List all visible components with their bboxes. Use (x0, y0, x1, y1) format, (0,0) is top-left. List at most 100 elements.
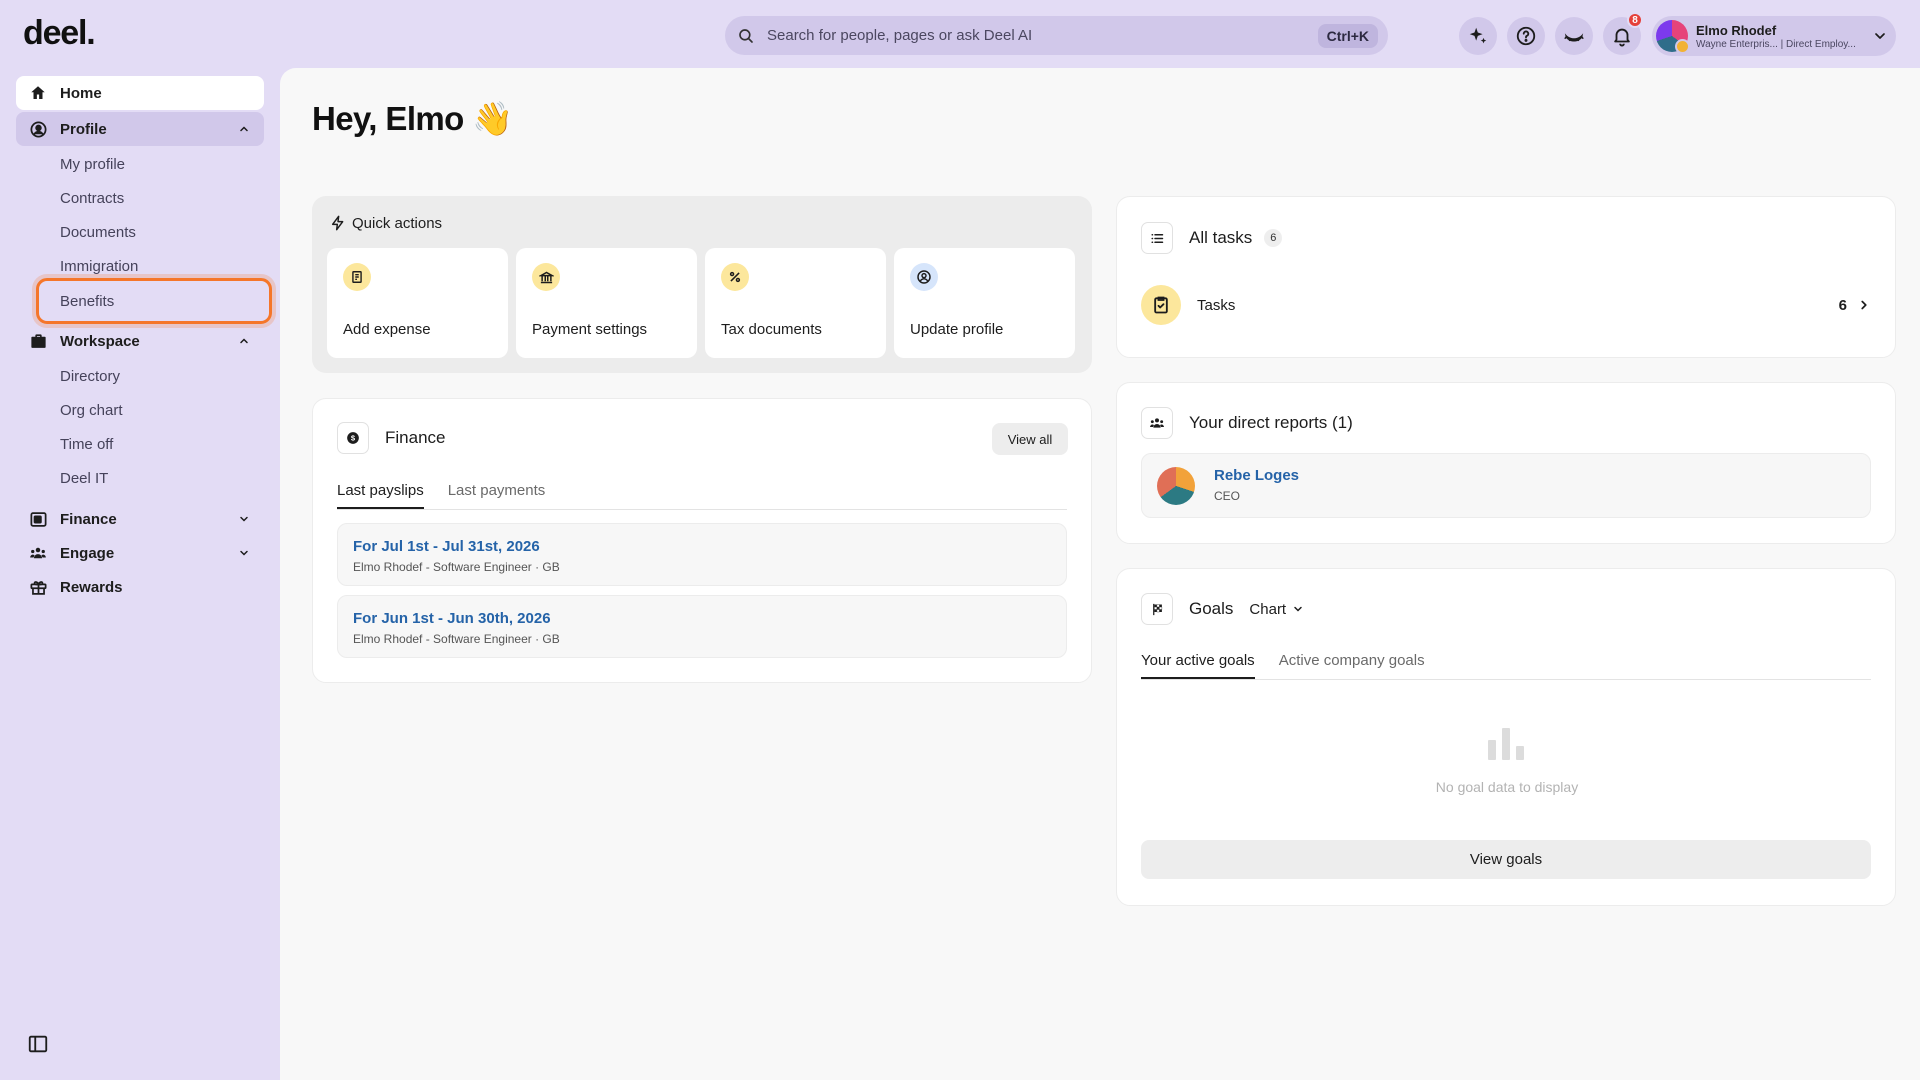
tasks-row-icon (1141, 285, 1181, 325)
privacy-mode-button[interactable] (1555, 17, 1593, 55)
direct-report-avatar (1157, 467, 1195, 505)
quick-action-label: Update profile (910, 321, 1004, 338)
people-icon (1150, 418, 1164, 428)
user-circle-icon (30, 121, 46, 137)
quick-actions-panel: Quick actions Add expense Payment settin… (312, 196, 1092, 373)
list-icon (1150, 233, 1163, 243)
sidebar-toggle-icon (28, 1035, 48, 1053)
payslip-meta: Elmo Rhodef - Software Engineer · GB (353, 560, 560, 574)
quick-action-label: Tax documents (721, 321, 822, 338)
tab-last-payments[interactable]: Last payments (448, 482, 546, 509)
sidebar-item-org-chart[interactable]: Org chart (60, 402, 123, 419)
payslip-item[interactable]: For Jul 1st - Jul 31st, 2026 Elmo Rhodef… (337, 523, 1067, 586)
user-avatar (1656, 20, 1690, 54)
chevron-up-icon (240, 338, 248, 344)
bell-icon (1614, 28, 1630, 47)
direct-report-name: Rebe Loges (1214, 467, 1300, 484)
goals-card-icon (1141, 593, 1173, 625)
sidebar-item-directory[interactable]: Directory (60, 368, 120, 385)
chevron-down-icon (240, 516, 248, 522)
sidebar-item-immigration[interactable]: Immigration (60, 258, 138, 275)
sidebar-item-profile[interactable]: Profile (16, 112, 264, 146)
collapse-sidebar-button[interactable] (27, 1033, 49, 1060)
payslip-item[interactable]: For Jun 1st - Jun 30th, 2026 Elmo Rhodef… (337, 595, 1067, 658)
view-goals-button[interactable]: View goals (1141, 840, 1871, 879)
quick-action-payment-settings[interactable]: Payment settings (516, 248, 697, 358)
user-circle-icon (917, 270, 931, 284)
page-title: Hey, Elmo 👋 (312, 100, 513, 137)
sidebar: Home Profile My profile Contracts Docume… (0, 68, 280, 1080)
direct-reports-card: Your direct reports (1) Rebe Loges CEO (1116, 382, 1896, 544)
search-bar[interactable]: Ctrl+K (725, 16, 1388, 55)
sidebar-item-finance[interactable]: Finance (16, 502, 264, 536)
quick-action-tax-documents[interactable]: Tax documents (705, 248, 886, 358)
tab-active-company-goals[interactable]: Active company goals (1279, 652, 1425, 679)
chevron-right-icon (1861, 300, 1867, 310)
top-bar: deel. Ctrl+K 8 Elmo Rhodef Wayne Enterpr… (0, 0, 1920, 68)
sidebar-item-home[interactable]: Home (16, 76, 264, 110)
goals-view-dropdown[interactable]: Chart (1249, 601, 1304, 618)
people-icon (30, 547, 46, 559)
home-icon (31, 86, 45, 99)
notification-count-badge: 8 (1627, 12, 1643, 28)
tasks-count-badge: 6 (1264, 229, 1283, 247)
deel-logo[interactable]: deel. (23, 14, 96, 53)
sidebar-item-workspace[interactable]: Workspace (16, 324, 264, 358)
sidebar-item-documents[interactable]: Documents (60, 224, 136, 241)
user-name: Elmo Rhodef (1696, 22, 1777, 38)
chevron-down-icon (240, 550, 248, 556)
sparkle-icon (1469, 27, 1487, 44)
search-input[interactable] (767, 27, 1318, 44)
goals-view-label: Chart (1249, 600, 1287, 618)
quick-action-update-profile[interactable]: Update profile (894, 248, 1075, 358)
tasks-row[interactable]: Tasks 6 (1141, 284, 1871, 326)
sidebar-item-my-profile[interactable]: My profile (60, 156, 125, 173)
percent-icon (729, 271, 741, 283)
quick-action-label: Add expense (343, 321, 431, 338)
goals-empty-text: No goal data to display (1435, 779, 1579, 795)
goals-card: Goals Chart Your active goals Active com… (1116, 568, 1896, 906)
sidebar-item-time-off[interactable]: Time off (60, 436, 113, 453)
goals-title: Goals (1189, 599, 1234, 618)
direct-reports-title: Your direct reports (1) (1189, 413, 1353, 432)
sidebar-item-deel-it[interactable]: Deel IT (60, 470, 108, 487)
help-button[interactable] (1507, 17, 1545, 55)
flag-checkered-icon (1152, 603, 1162, 615)
receipt-icon (352, 271, 362, 283)
direct-reports-icon (1141, 407, 1173, 439)
help-icon (1516, 26, 1536, 46)
chevron-down-icon (1875, 33, 1885, 39)
tasks-card: All tasks 6 Tasks 6 (1116, 196, 1896, 358)
sidebar-item-engage[interactable]: Engage (16, 536, 264, 570)
user-menu[interactable]: Elmo Rhodef Wayne Enterpris... | Direct … (1652, 16, 1896, 56)
shortcut-badge: Ctrl+K (1317, 23, 1378, 48)
dollar-coin-icon: $ (347, 432, 359, 444)
search-icon (739, 28, 753, 43)
lightning-icon (331, 215, 344, 231)
chevron-down-icon (1294, 606, 1302, 612)
tabs-divider (1141, 679, 1871, 680)
direct-report-item[interactable]: Rebe Loges CEO (1141, 453, 1871, 518)
ai-sparkle-button[interactable] (1459, 17, 1497, 55)
sidebar-item-label: Workspace (60, 332, 140, 350)
payslip-title: For Jun 1st - Jun 30th, 2026 (353, 610, 551, 627)
sidebar-item-benefits[interactable]: Benefits (36, 278, 272, 324)
finance-view-all-button[interactable]: View all (992, 423, 1068, 455)
sidebar-item-contracts[interactable]: Contracts (60, 190, 124, 207)
tasks-title: All tasks (1189, 228, 1253, 247)
notifications-button[interactable]: 8 (1603, 12, 1643, 55)
main-content: Hey, Elmo 👋 Quick actions Add expense Pa… (280, 68, 1920, 1080)
finance-card-icon: $ (337, 422, 369, 454)
user-subtitle: Wayne Enterpris... | Direct Employ... (1696, 38, 1856, 50)
sidebar-item-label: Home (60, 84, 102, 102)
quick-action-add-expense[interactable]: Add expense (327, 248, 508, 358)
tab-your-active-goals[interactable]: Your active goals (1141, 652, 1255, 679)
finance-title: Finance (385, 428, 446, 447)
direct-report-role: CEO (1214, 489, 1241, 503)
sidebar-item-rewards[interactable]: Rewards (16, 570, 264, 604)
tasks-row-count: 6 (1838, 296, 1847, 314)
sidebar-item-label: Profile (60, 120, 107, 138)
clipboard-check-icon (1154, 296, 1168, 314)
briefcase-icon (30, 333, 46, 348)
tab-last-payslips[interactable]: Last payslips (337, 482, 424, 509)
